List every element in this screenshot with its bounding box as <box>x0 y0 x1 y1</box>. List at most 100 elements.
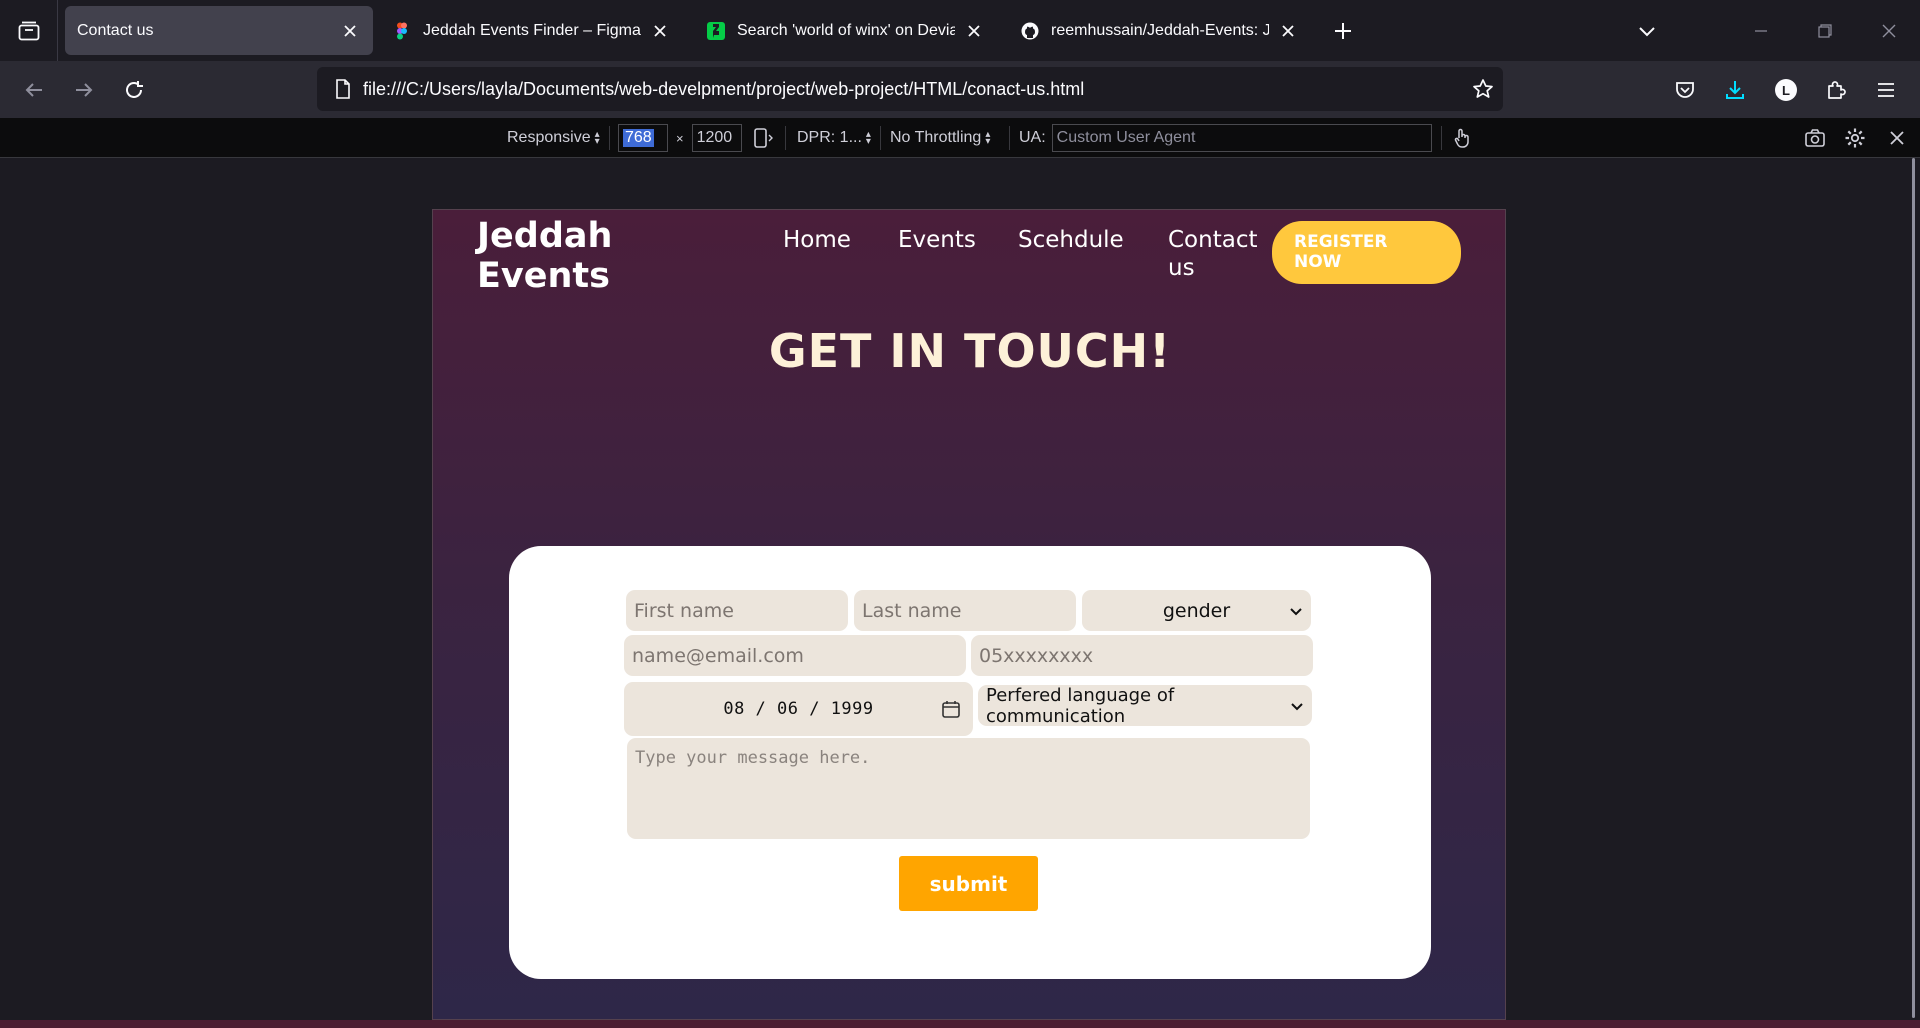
tab-deviantart[interactable]: Search 'world of winx' on DeviantArt <box>695 6 997 55</box>
star-icon <box>1473 79 1493 98</box>
tab-github[interactable]: reemhussain/Jeddah-Events: Jeddah Events <box>1009 6 1311 55</box>
puzzle-icon <box>1828 81 1846 99</box>
nav-contact-line-1: Contact <box>1168 227 1258 253</box>
last-name-placeholder: Last name <box>862 599 962 622</box>
logo-line-1: Jeddah <box>477 216 613 256</box>
tab-close-button[interactable] <box>963 20 985 42</box>
dpr-selector[interactable]: DPR: 1... ▴ ▾ <box>797 118 871 158</box>
phone-placeholder: 05xxxxxxxx <box>979 644 1094 667</box>
pocket-icon <box>1676 82 1694 98</box>
register-line-1: REGISTER <box>1294 232 1388 252</box>
divider <box>609 126 610 150</box>
firefox-view-button[interactable] <box>0 0 58 61</box>
download-icon <box>1726 81 1744 99</box>
nav-contact-link[interactable]: Contact us <box>1168 226 1257 282</box>
responsive-design-toolbar: Responsive ▴ ▾ 768 × 1200 DPR: 1... ▴ ▾ No T… <box>0 118 1920 158</box>
language-selected-value: Perfered language of communication <box>986 684 1175 727</box>
device-selector[interactable]: Responsive ▴ ▾ <box>507 118 600 158</box>
phone-input[interactable]: 05xxxxxxxx <box>971 635 1313 676</box>
reload-button[interactable] <box>119 75 149 105</box>
rotate-viewport-button[interactable] <box>752 118 774 158</box>
restore-button[interactable] <box>1812 18 1838 44</box>
hamburger-menu-icon <box>1878 83 1894 97</box>
register-now-button[interactable]: REGISTER NOW <box>1272 221 1461 284</box>
list-all-tabs-button[interactable] <box>1634 18 1660 44</box>
touch-simulation-button[interactable] <box>1451 118 1473 158</box>
back-arrow-icon <box>25 83 42 97</box>
dpr-label: DPR: 1... <box>797 129 862 146</box>
user-agent-input[interactable]: Custom User Agent <box>1051 124 1432 152</box>
viewport-width-container: 768 × 1200 <box>618 118 742 158</box>
gender-select[interactable]: gender <box>1082 590 1311 631</box>
tab-close-button[interactable] <box>339 20 361 42</box>
tab-title: reemhussain/Jeddah-Events: Jeddah Events <box>1051 21 1269 39</box>
back-button[interactable] <box>19 75 49 105</box>
nav-schedule-link[interactable]: Scehdule <box>1018 226 1124 254</box>
url-text[interactable]: file:///C:/Users/layla/Documents/web-dev… <box>363 79 1463 100</box>
nav-home-link[interactable]: Home <box>783 226 851 254</box>
gear-icon <box>1845 128 1865 148</box>
first-name-input[interactable]: First name <box>626 590 848 631</box>
forward-button[interactable] <box>69 75 99 105</box>
address-bar[interactable]: file:///C:/Users/layla/Documents/web-dev… <box>317 67 1503 111</box>
birthdate-input[interactable]: 08 / 06 / 1999 <box>624 682 973 736</box>
window-close-button[interactable] <box>1876 18 1902 44</box>
register-line-2: NOW <box>1294 252 1342 272</box>
nav-contact-line-2: us <box>1168 255 1195 281</box>
divider <box>1009 126 1010 150</box>
throttling-selector[interactable]: No Throttling ▴ ▾ <box>890 118 990 158</box>
calendar-icon[interactable] <box>941 699 961 719</box>
rdm-settings-button[interactable] <box>1844 118 1866 158</box>
last-name-input[interactable]: Last name <box>854 590 1076 631</box>
tab-contact-us[interactable]: Contact us <box>65 6 373 55</box>
viewport-width-input[interactable]: 768 <box>618 124 668 152</box>
message-textarea[interactable]: Type your message here. <box>627 738 1310 839</box>
close-rdm-button[interactable] <box>1888 118 1906 158</box>
close-icon <box>1890 131 1904 145</box>
divider <box>880 126 881 150</box>
viewport-scrollbar[interactable] <box>1912 158 1915 1018</box>
screenshot-button[interactable] <box>1804 118 1826 158</box>
language-select[interactable]: Perfered language of communication <box>978 684 1312 727</box>
tab-close-button[interactable] <box>649 20 671 42</box>
site-logo[interactable]: Jeddah Events <box>477 216 657 296</box>
throttling-label: No Throttling <box>890 129 982 146</box>
submit-button[interactable]: submit <box>899 856 1038 911</box>
chevron-down-icon <box>1290 607 1302 615</box>
divider <box>1441 126 1442 150</box>
extensions-button[interactable] <box>1821 75 1851 105</box>
deviantart-icon <box>707 21 725 40</box>
downloads-button[interactable] <box>1720 75 1750 105</box>
tab-title: Search 'world of winx' on DeviantArt <box>737 21 955 39</box>
ua-label: UA: <box>1019 129 1046 146</box>
account-button[interactable]: L <box>1771 75 1801 105</box>
tab-title: Contact us <box>77 21 154 39</box>
tab-close-button[interactable] <box>1277 20 1299 42</box>
email-placeholder: name@email.com <box>632 644 804 667</box>
viewport-height-input[interactable]: 1200 <box>691 124 742 152</box>
tab-title: Jeddah Events Finder – Figma <box>423 21 641 39</box>
app-menu-button[interactable] <box>1871 75 1901 105</box>
bookmark-star-button[interactable] <box>1463 78 1503 100</box>
close-icon <box>654 24 666 37</box>
tab-figma[interactable]: Jeddah Events Finder – Figma <box>381 6 683 55</box>
minimize-button[interactable] <box>1748 18 1774 44</box>
device-selector-label: Responsive <box>507 129 591 146</box>
user-agent-container: UA: Custom User Agent <box>1019 118 1432 158</box>
page-bottom-strip <box>0 1020 1920 1028</box>
reload-icon <box>126 81 143 98</box>
close-icon <box>1282 24 1294 37</box>
tab-strip: Contact us Jeddah Events Finder – Figma … <box>0 0 1920 61</box>
email-input[interactable]: name@email.com <box>624 635 966 676</box>
touch-hand-icon <box>1454 128 1469 148</box>
message-placeholder: Type your message here. <box>635 748 871 768</box>
chevron-down-icon <box>1639 27 1655 37</box>
new-tab-button[interactable] <box>1330 18 1356 44</box>
navigation-toolbar: file:///C:/Users/layla/Documents/web-dev… <box>0 61 1920 118</box>
pocket-button[interactable] <box>1670 75 1700 105</box>
rotate-device-icon <box>754 128 773 148</box>
gender-selected-value: gender <box>1162 599 1231 622</box>
nav-events-link[interactable]: Events <box>898 226 976 254</box>
minimize-icon <box>1755 30 1767 32</box>
times-sign: × <box>676 130 684 146</box>
